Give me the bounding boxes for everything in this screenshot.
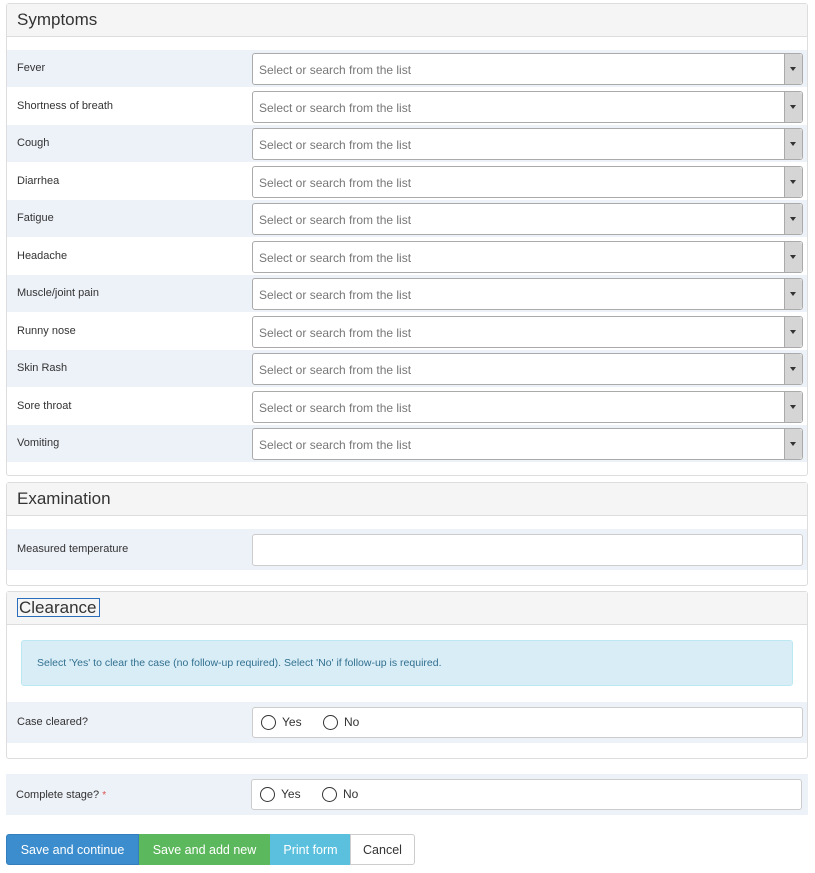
symptom-select-placeholder: Select or search from the list <box>259 250 412 265</box>
complete-stage-no-label: No <box>343 787 359 801</box>
symptoms-heading: Symptoms <box>7 4 807 37</box>
symptom-select-placeholder: Select or search from the list <box>259 325 412 340</box>
case-cleared-label: Case cleared? <box>17 716 88 728</box>
symptom-row: Headache Select or search from the list <box>7 238 807 275</box>
symptom-select[interactable]: Select or search from the list <box>252 165 803 198</box>
symptom-label: Muscle/joint pain <box>17 287 99 299</box>
symptom-row: Runny nose Select or search from the list <box>7 313 807 350</box>
case-cleared-no-label: No <box>344 715 360 729</box>
symptom-label: Diarrhea <box>17 174 60 187</box>
symptom-select-placeholder: Select or search from the list <box>259 63 412 77</box>
caret-down-icon[interactable] <box>784 91 802 122</box>
caret-down-icon[interactable] <box>784 279 802 309</box>
symptom-select-placeholder: Select or search from the list <box>259 175 412 190</box>
complete-stage-yes-radio[interactable] <box>260 787 275 802</box>
case-cleared-no-radio[interactable] <box>323 715 338 730</box>
caret-down-icon[interactable] <box>784 54 802 84</box>
symptom-select[interactable]: Select or search from the list <box>252 128 803 160</box>
symptom-row: Muscle/joint pain Select or search from t… <box>7 275 807 312</box>
symptom-select-placeholder: Select or search from the list <box>259 288 412 302</box>
caret-down-icon[interactable] <box>784 129 802 159</box>
symptom-select[interactable]: Select or search from the list <box>252 90 803 123</box>
symptom-label: Shortness of breath <box>17 99 114 112</box>
symptom-label: Headache <box>17 249 68 262</box>
symptoms-title: Symptoms <box>17 10 98 29</box>
symptom-select-placeholder: Select or search from the list <box>259 138 412 152</box>
symptom-select[interactable]: Select or search from the list <box>252 203 803 235</box>
symptom-label: Fever <box>17 62 46 74</box>
symptom-row: Fever Select or search from the list <box>7 50 807 87</box>
required-marker: * <box>102 790 107 801</box>
symptom-label: Runny nose <box>17 324 76 337</box>
symptom-row: Shortness of breath Select or search from… <box>7 88 807 125</box>
clearance-heading: Clearance <box>7 592 807 625</box>
clearance-info-alert: Select 'Yes' to clear the case (no follo… <box>21 640 793 686</box>
complete-stage-label: Complete stage? * <box>16 789 106 801</box>
symptom-select[interactable]: Select or search from the list <box>252 353 803 385</box>
temperature-row: Measured temperature <box>7 529 807 570</box>
symptom-row: Fatigue Select or search from the list <box>7 200 807 237</box>
symptom-select[interactable]: Select or search from the list <box>252 53 803 85</box>
temperature-label: Measured temperature <box>17 543 129 555</box>
temperature-input[interactable] <box>252 534 803 566</box>
symptom-select[interactable]: Select or search from the list <box>252 278 803 310</box>
complete-stage-yes-label: Yes <box>281 787 301 801</box>
symptom-select-placeholder: Select or search from the list <box>259 213 412 227</box>
caret-down-icon[interactable] <box>784 241 802 272</box>
symptom-select-placeholder: Select or search from the list <box>259 438 412 452</box>
symptom-row: Diarrhea Select or search from the list <box>7 163 807 200</box>
caret-down-icon[interactable] <box>784 391 802 422</box>
caret-down-icon[interactable] <box>784 166 802 197</box>
symptom-select-placeholder: Select or search from the list <box>259 100 412 115</box>
symptom-select-placeholder: Select or search from the list <box>259 400 412 415</box>
caret-down-icon[interactable] <box>784 354 802 384</box>
symptom-select[interactable]: Select or search from the list <box>252 390 803 423</box>
examination-panel: Examination Measured temperature <box>6 482 808 586</box>
clearance-panel: Clearance Select 'Yes' to clear the case… <box>6 591 808 759</box>
symptom-label: Cough <box>17 137 50 149</box>
symptom-label: Fatigue <box>17 212 54 224</box>
symptom-row: Skin Rash Select or search from the list <box>7 350 807 387</box>
clearance-info-text: Select 'Yes' to clear the case (no follo… <box>37 657 442 669</box>
case-cleared-yes-radio[interactable] <box>261 715 276 730</box>
symptom-select-placeholder: Select or search from the list <box>259 363 412 377</box>
case-cleared-yes-label: Yes <box>282 715 302 729</box>
print-form-button[interactable]: Print form <box>270 834 351 865</box>
symptom-row: Cough Select or search from the list <box>7 125 807 162</box>
caret-down-icon[interactable] <box>784 204 802 234</box>
complete-stage-no-radio[interactable] <box>322 787 337 802</box>
symptom-row: Sore throat Select or search from the lis… <box>7 388 807 425</box>
caret-down-icon[interactable] <box>784 429 802 459</box>
symptom-label: Vomiting <box>17 437 60 449</box>
save-and-add-new-button[interactable]: Save and add new <box>139 834 270 865</box>
symptom-label: Skin Rash <box>17 362 68 374</box>
complete-stage-label-text: Complete stage? <box>16 789 100 801</box>
case-cleared-radio-group: Yes No <box>252 707 803 738</box>
examination-title: Examination <box>17 489 111 508</box>
examination-heading: Examination <box>7 483 807 516</box>
complete-stage-row: Complete stage? * Yes No <box>6 774 808 815</box>
symptom-select[interactable]: Select or search from the list <box>252 240 803 273</box>
complete-stage-radio-group: Yes No <box>251 779 802 810</box>
clearance-title: Clearance <box>17 598 100 617</box>
symptom-label: Sore throat <box>17 399 72 412</box>
symptom-select[interactable]: Select or search from the list <box>252 315 803 348</box>
case-cleared-row: Case cleared? Yes No <box>7 702 807 743</box>
symptom-select[interactable]: Select or search from the list <box>252 428 803 460</box>
save-and-continue-button[interactable]: Save and continue <box>6 834 139 865</box>
symptom-row: Vomiting Select or search from the list <box>7 425 807 462</box>
caret-down-icon[interactable] <box>784 316 802 347</box>
cancel-button[interactable]: Cancel <box>350 834 415 865</box>
symptoms-panel: Symptoms Fever Select or search from the … <box>6 3 808 476</box>
